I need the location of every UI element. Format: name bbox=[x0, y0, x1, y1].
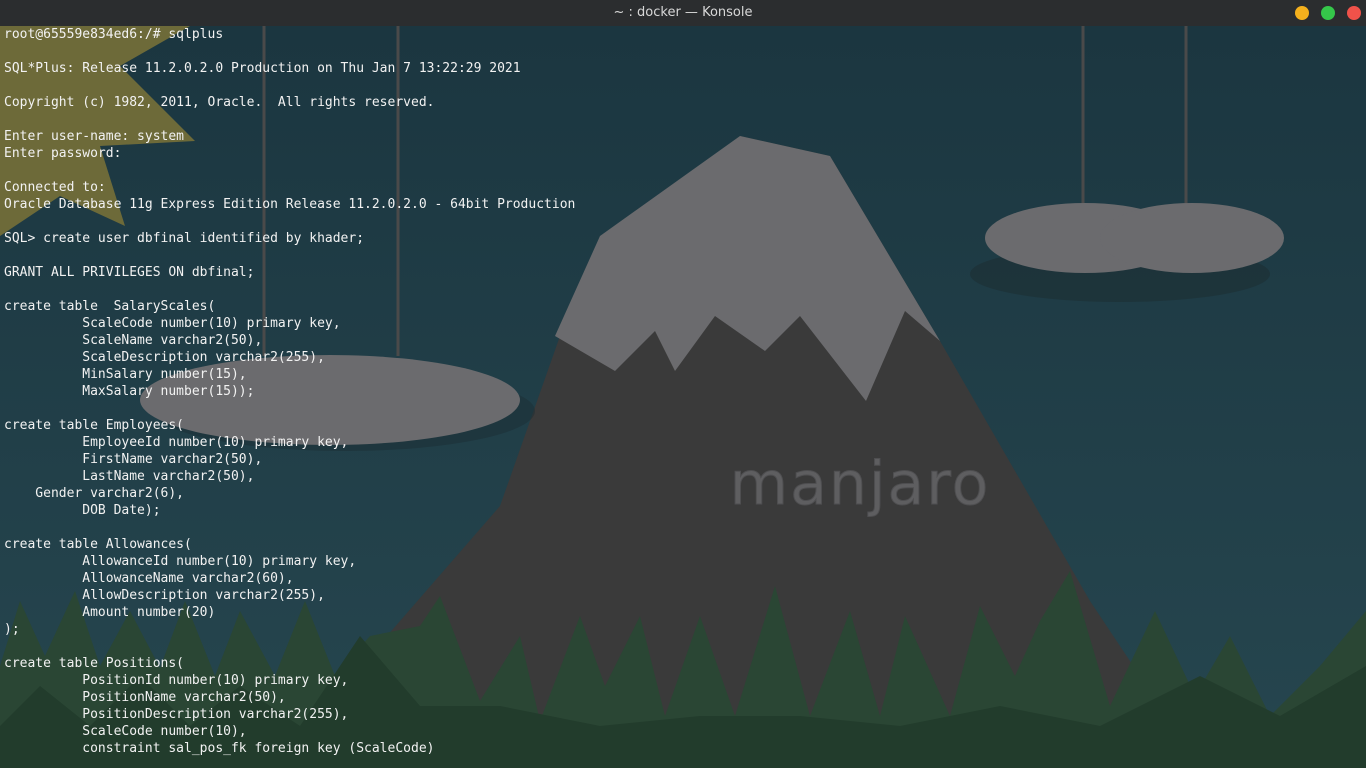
close-button[interactable] bbox=[1347, 6, 1361, 20]
terminal-line: create table Positions( bbox=[4, 656, 185, 671]
terminal-line: DOB Date); bbox=[4, 503, 161, 518]
terminal-line: ScaleDescription varchar2(255), bbox=[4, 350, 325, 365]
terminal-line: create table Allowances( bbox=[4, 537, 192, 552]
terminal-line: PositionName varchar2(50), bbox=[4, 690, 286, 705]
terminal-line: ScaleCode number(10), bbox=[4, 724, 247, 739]
terminal-line: Connected to: bbox=[4, 180, 106, 195]
terminal-line: Copyright (c) 1982, 2011, Oracle. All ri… bbox=[4, 95, 435, 110]
terminal-line: FirstName varchar2(50), bbox=[4, 452, 263, 467]
terminal-line: ScaleCode number(10) primary key, bbox=[4, 316, 341, 331]
terminal-line: ); bbox=[4, 622, 20, 637]
terminal-line: root@65559e834ed6:/# sqlplus bbox=[4, 27, 224, 42]
terminal-line: LastName varchar2(50), bbox=[4, 469, 255, 484]
terminal-output[interactable]: root@65559e834ed6:/# sqlplus SQL*Plus: Re… bbox=[4, 26, 1362, 768]
terminal-line: create table Employees( bbox=[4, 418, 185, 433]
terminal-line: Oracle Database 11g Express Edition Rele… bbox=[4, 197, 576, 212]
terminal-line: EmployeeId number(10) primary key, bbox=[4, 435, 349, 450]
maximize-button[interactable] bbox=[1321, 6, 1335, 20]
terminal-line: Enter user-name: system bbox=[4, 129, 185, 144]
title-bar[interactable]: ~ : docker — Konsole bbox=[0, 0, 1366, 26]
terminal-line: PositionDescription varchar2(255), bbox=[4, 707, 349, 722]
window-title: ~ : docker — Konsole bbox=[613, 5, 753, 20]
terminal-line: Enter password: bbox=[4, 146, 122, 161]
terminal-line: PositionId number(10) primary key, bbox=[4, 673, 349, 688]
terminal-line: AllowanceId number(10) primary key, bbox=[4, 554, 357, 569]
terminal-line: MinSalary number(15), bbox=[4, 367, 247, 382]
terminal-line: MaxSalary number(15)); bbox=[4, 384, 255, 399]
minimize-button[interactable] bbox=[1295, 6, 1309, 20]
terminal-line: GRANT ALL PRIVILEGES ON dbfinal; bbox=[4, 265, 255, 280]
terminal-line: AllowanceName varchar2(60), bbox=[4, 571, 294, 586]
konsole-window: ~ : docker — Konsole manjaro root@65559e… bbox=[0, 0, 1366, 768]
terminal-line: ScaleName varchar2(50), bbox=[4, 333, 263, 348]
terminal-line: SQL> create user dbfinal identified by k… bbox=[4, 231, 365, 246]
terminal-line: Amount number(20) bbox=[4, 605, 216, 620]
terminal-line: AllowDescription varchar2(255), bbox=[4, 588, 325, 603]
terminal-line: create table SalaryScales( bbox=[4, 299, 216, 314]
terminal-line: SQL*Plus: Release 11.2.0.2.0 Production … bbox=[4, 61, 521, 76]
terminal-line: constraint sal_pos_fk foreign key (Scale… bbox=[4, 741, 435, 756]
terminal-line: Gender varchar2(6), bbox=[4, 486, 185, 501]
